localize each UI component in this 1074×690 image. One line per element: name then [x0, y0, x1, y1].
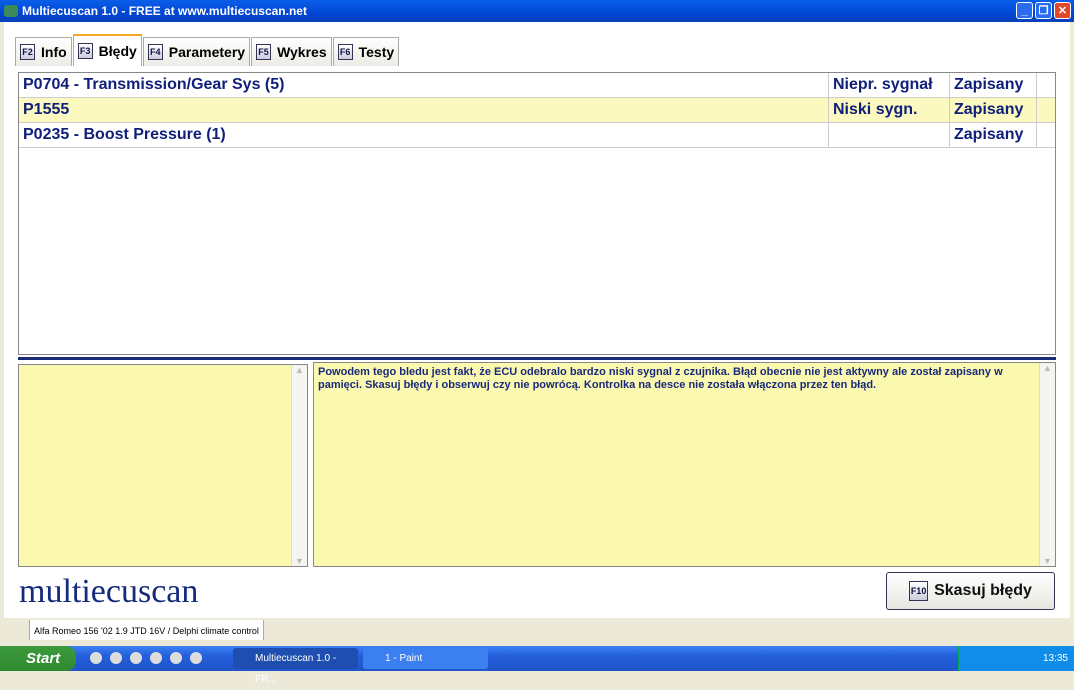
- f5-key-icon: F5: [256, 44, 272, 60]
- fault-type: Niski sygn.: [829, 98, 950, 122]
- fault-type: Niepr. sygnał: [829, 73, 950, 97]
- clear-faults-button[interactable]: F10 Skasuj błędy: [886, 572, 1055, 610]
- fault-status: Zapisany: [950, 98, 1037, 122]
- window-title: Multiecuscan 1.0 - FREE at www.multiecus…: [22, 4, 307, 18]
- minimize-button[interactable]: _: [1016, 2, 1033, 19]
- fault-list[interactable]: P0704 - Transmission/Gear Sys (5) Niepr. …: [18, 72, 1056, 355]
- fault-description: Powodem tego bledu jest fakt, że ECU ode…: [318, 366, 1003, 391]
- f4-key-icon: F4: [147, 44, 163, 60]
- tab-parametery[interactable]: F4 Parametery: [142, 37, 251, 66]
- scrollbar[interactable]: ▲ ▼: [291, 365, 307, 566]
- freeze-frame-pane[interactable]: ▲ ▼: [18, 364, 308, 567]
- fault-code: P0235 - Boost Pressure (1): [19, 123, 829, 147]
- f10-key-icon: F10: [909, 581, 929, 601]
- maximize-button[interactable]: ❐: [1035, 2, 1052, 19]
- quick-launch-icon[interactable]: [110, 652, 122, 664]
- quick-launch-icon[interactable]: [170, 652, 182, 664]
- main-window: F2 Info F3 Błędy F4 Parametery F5 Wykres F6 T…: [4, 22, 1070, 618]
- quick-launch-icon[interactable]: [190, 652, 202, 664]
- clock: 13:35: [1042, 653, 1068, 664]
- scrollbar[interactable]: ▲ ▼: [1039, 363, 1055, 566]
- button-label: Skasuj błędy: [934, 582, 1032, 599]
- app-icon: [4, 5, 18, 17]
- tab-bledy[interactable]: F3 Błędy: [72, 34, 142, 66]
- f3-key-icon: F3: [77, 43, 93, 59]
- tab-label: Testy: [358, 44, 395, 60]
- firefox-icon[interactable]: [130, 652, 142, 664]
- splitter[interactable]: [18, 357, 1056, 360]
- fault-code: P0704 - Transmission/Gear Sys (5): [19, 73, 829, 97]
- quick-launch-icon[interactable]: [150, 652, 162, 664]
- tab-label: Parametery: [168, 44, 246, 60]
- start-button[interactable]: Start: [0, 646, 76, 671]
- logo: multiecuscan: [19, 573, 199, 610]
- f6-key-icon: F6: [337, 44, 353, 60]
- status-bar: Alfa Romeo 156 '02 1.9 JTD 16V / Delphi …: [0, 618, 1074, 642]
- description-pane[interactable]: Powodem tego bledu jest fakt, że ECU ode…: [313, 362, 1056, 567]
- task-multiecuscan[interactable]: Multiecuscan 1.0 - FR...: [233, 648, 358, 685]
- quick-launch: [90, 652, 202, 664]
- tab-testy[interactable]: F6 Testy: [332, 37, 400, 66]
- tab-wykres[interactable]: F5 Wykres: [251, 37, 332, 66]
- fault-code: P1555: [19, 98, 829, 122]
- tab-bar: F2 Info F3 Błędy F4 Parametery F5 Wykres F6 T…: [15, 34, 400, 66]
- title-bar: Multiecuscan 1.0 - FREE at www.multiecus…: [0, 0, 1074, 22]
- fault-status: Zapisany: [950, 123, 1037, 147]
- tab-label: Info: [41, 44, 67, 60]
- fault-type: [829, 123, 950, 147]
- tab-label: Błędy: [98, 43, 137, 59]
- fault-row[interactable]: P0704 - Transmission/Gear Sys (5) Niepr. …: [19, 73, 1055, 98]
- tab-label: Wykres: [277, 44, 327, 60]
- close-button[interactable]: ✕: [1054, 2, 1071, 19]
- quick-launch-icon[interactable]: [90, 652, 102, 664]
- system-tray: 13:35: [958, 646, 1074, 671]
- vehicle-info: Alfa Romeo 156 '02 1.9 JTD 16V / Delphi …: [29, 620, 264, 640]
- f2-key-icon: F2: [20, 44, 35, 60]
- fault-row-selected[interactable]: P1555 Niski sygn. Zapisany: [19, 98, 1055, 123]
- tab-info[interactable]: F2 Info: [15, 37, 72, 66]
- fault-status: Zapisany: [950, 73, 1037, 97]
- task-paint[interactable]: 1 - Paint: [363, 648, 488, 669]
- taskbar: Start Multiecuscan 1.0 - FR... 1 - Paint…: [0, 646, 1074, 685]
- fault-row[interactable]: P0235 - Boost Pressure (1) Zapisany: [19, 123, 1055, 148]
